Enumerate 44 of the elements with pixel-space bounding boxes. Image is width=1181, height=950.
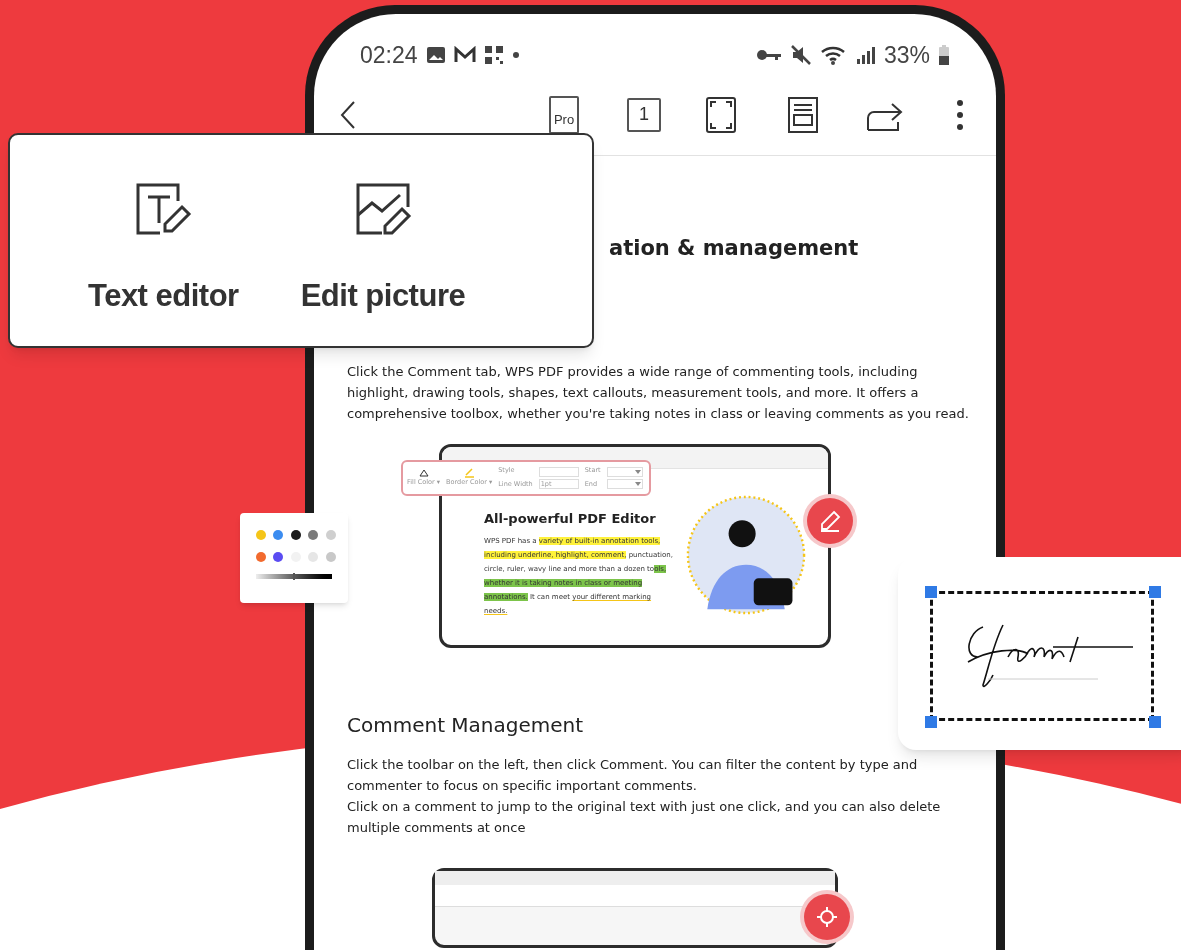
- page-number-button[interactable]: 1: [627, 97, 661, 132]
- status-time: 02:24: [360, 40, 418, 70]
- target-icon: [816, 905, 838, 928]
- battery-icon: [938, 44, 950, 66]
- resize-handle[interactable]: [1149, 716, 1161, 728]
- color-swatch[interactable]: [325, 552, 336, 562]
- image-icon: [425, 46, 446, 64]
- pen-button[interactable]: [807, 497, 853, 544]
- pen-icon: [819, 509, 841, 532]
- resize-handle[interactable]: [925, 716, 937, 728]
- resize-handle[interactable]: [1149, 586, 1161, 598]
- color-swatch[interactable]: [256, 530, 266, 540]
- color-swatch[interactable]: [308, 552, 319, 562]
- layout-icon[interactable]: [788, 96, 818, 133]
- qr-code-icon: [483, 45, 504, 65]
- feature-button[interactable]: Text editor: [88, 181, 239, 320]
- style-field: [538, 466, 579, 477]
- more-options-icon[interactable]: [956, 98, 964, 131]
- paragraph: Click the toolbar on the left, then click Comment. You can filter the content by type and commenter to focus on specific important comments.: [347, 755, 919, 795]
- color-swatch[interactable]: [273, 530, 284, 540]
- paragraph: Click the Comment tab, WPS PDF provides a wide range of commenting tools, including highlight, drawing tools, shapes, text callouts, measurement tools, and more. It offers a comprehensive toolbox, whether you're taking notes in class or leaving comments as you read.: [347, 362, 970, 423]
- back-icon: [340, 99, 356, 130]
- signal-icon: [855, 45, 876, 65]
- color-swatch[interactable]: [308, 530, 319, 540]
- battery-percentage: 33%: [883, 40, 930, 70]
- fill-color-icon: [417, 467, 430, 478]
- section-heading: ation & management: [608, 235, 860, 262]
- preview-title: All-powerful PDF Editor: [484, 509, 657, 528]
- feature-button[interactable]: Edit picture: [300, 181, 466, 320]
- dot-icon: [511, 51, 520, 59]
- color-swatch[interactable]: [273, 552, 284, 562]
- color-swatch[interactable]: [256, 552, 266, 562]
- border-color-icon: [463, 467, 476, 478]
- fullscreen-icon[interactable]: [706, 96, 736, 133]
- gradient-slider[interactable]: [256, 574, 332, 579]
- locate-button[interactable]: [804, 893, 850, 940]
- color-swatch[interactable]: [290, 530, 301, 540]
- muted-speaker-icon: [789, 44, 812, 66]
- paragraph: Click on a comment to jump to the original text with just one click, and you can also delete multiple comments at once: [347, 797, 942, 837]
- key-icon: [755, 48, 782, 62]
- color-swatch[interactable]: [325, 530, 336, 540]
- mail-icon: [453, 46, 476, 64]
- resize-handle[interactable]: [925, 586, 937, 598]
- section-heading: Comment Management: [347, 711, 584, 739]
